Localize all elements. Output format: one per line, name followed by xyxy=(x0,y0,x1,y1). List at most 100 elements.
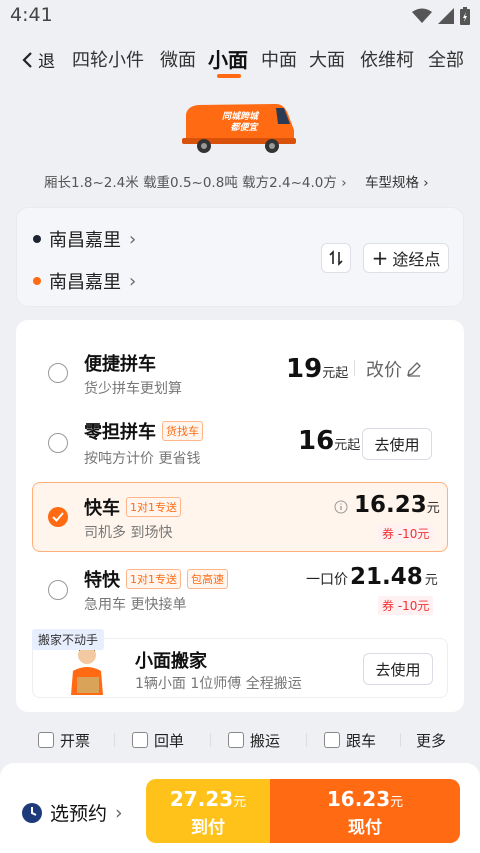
tab-weimian[interactable]: 微面 xyxy=(160,46,196,72)
option-subtitle: 司机多 到场快 xyxy=(84,525,173,541)
coupon-badge: 券 -10元 xyxy=(378,524,434,543)
pay-on-arrival-amount: 27.23元 xyxy=(169,787,247,811)
tab-all[interactable]: 全部 xyxy=(428,46,464,72)
extra-label: 开票 xyxy=(60,731,91,750)
plus-icon: + xyxy=(371,246,389,270)
option-subtitle: 急用车 更快接单 xyxy=(84,597,187,613)
option-less-than-truckload[interactable]: 零担拼车 货找车 按吨方计价 更省钱 16 元起 去使用 xyxy=(16,412,464,474)
spec-load: 载重0.5~0.8吨 xyxy=(143,175,238,191)
divider xyxy=(400,733,401,747)
destination-dot-icon xyxy=(33,277,41,285)
option-radio[interactable] xyxy=(48,363,68,383)
option-carpool[interactable]: 便捷拼车 货少拼车更划算 19 元起 改价 xyxy=(16,342,464,404)
info-icon[interactable] xyxy=(334,500,348,514)
route-from-label: 南昌嘉里 xyxy=(49,230,121,251)
tab-yiweike[interactable]: 依维柯 xyxy=(360,46,414,72)
add-waypoint-button[interactable]: + 途经点 xyxy=(363,243,449,273)
option-title: 零担拼车 货找车 xyxy=(84,418,203,444)
pay-now-button[interactable]: 16.23元 现付 xyxy=(270,779,460,843)
option-subtitle: 按吨方计价 更省钱 xyxy=(84,451,201,467)
extra-carry[interactable]: 搬运 xyxy=(228,730,280,751)
extra-label: 回单 xyxy=(154,731,185,750)
van-slogan-line1: 同城跨城 xyxy=(222,111,260,122)
route-to-label: 南昌嘉里 xyxy=(49,272,121,293)
option-tag: 1对1专送 xyxy=(126,497,181,517)
change-price-label: 改价 xyxy=(366,360,402,381)
checkbox[interactable] xyxy=(228,732,244,748)
more-extras-button[interactable]: 更多 xyxy=(416,730,446,751)
bottom-bar: 选预约 › 27.23元 到付 16.23元 现付 xyxy=(0,763,480,853)
specs-summary[interactable]: 厢长1.8~2.4米 载重0.5~0.8吨 载方2.4~4.0方 › xyxy=(44,171,347,191)
extra-receipt[interactable]: 回单 xyxy=(132,730,184,751)
extra-invoice[interactable]: 开票 xyxy=(38,730,90,751)
moving-title: 小面搬家 xyxy=(135,651,207,672)
spec-link-label: 车型规格 xyxy=(365,175,419,191)
option-price: 16.23 元 xyxy=(354,492,440,518)
route-from[interactable]: 南昌嘉里 › xyxy=(33,226,136,252)
option-super-express[interactable]: 特快 1对1专送 包高速 急用车 更快接单 一口价 21.48 元 券 -10元 xyxy=(16,558,464,620)
option-radio[interactable] xyxy=(48,433,68,453)
divider xyxy=(114,733,115,747)
tab-damian[interactable]: 大面 xyxy=(309,46,345,72)
pay-on-arrival-label: 到付 xyxy=(191,818,225,838)
van-illustration: 同城跨城 都便宜 xyxy=(182,104,296,153)
tab-siluen[interactable]: 四轮小件 xyxy=(72,46,144,72)
option-radio[interactable] xyxy=(48,580,68,600)
status-bar: 4:41 xyxy=(0,0,480,34)
back-button[interactable]: 退 xyxy=(22,47,55,72)
spec-link[interactable]: 车型规格 › xyxy=(365,171,429,191)
van-slogan-line2: 都便宜 xyxy=(230,122,259,133)
option-radio-checked[interactable] xyxy=(48,507,68,527)
divider xyxy=(354,360,355,376)
use-button[interactable]: 去使用 xyxy=(362,428,432,460)
pay-on-arrival-button[interactable]: 27.23元 到付 xyxy=(146,779,270,843)
chevron-right-icon: › xyxy=(129,270,137,292)
spec-volume: 载方2.4~4.0方 xyxy=(242,175,337,191)
pencil-icon xyxy=(407,362,421,377)
service-options-card: 便捷拼车 货少拼车更划算 19 元起 改价 零担拼车 货找车 按吨方计价 更省钱 … xyxy=(16,320,464,712)
chevron-right-icon: › xyxy=(129,228,137,250)
battery-icon xyxy=(460,7,470,25)
moving-use-button[interactable]: 去使用 xyxy=(363,653,433,685)
divider xyxy=(306,733,307,747)
mover-avatar xyxy=(71,645,103,695)
coupon-badge: 券 -10元 xyxy=(378,596,434,615)
swap-icon xyxy=(329,250,343,266)
chevron-right-icon: › xyxy=(341,175,347,191)
route-to[interactable]: 南昌嘉里 › xyxy=(33,268,136,294)
moving-subtitle: 1辆小面 1位师傅 全程搬运 xyxy=(135,676,302,692)
option-title: 特快 1对1专送 包高速 xyxy=(84,566,228,592)
option-tag: 1对1专送 xyxy=(126,569,181,589)
tab-xiaomian[interactable]: 小面 xyxy=(208,44,248,73)
chevron-right-icon: › xyxy=(423,175,429,191)
vehicle-tabs: 退 四轮小件 微面 小面 中面 大面 依维柯 全部 xyxy=(0,38,480,80)
spec-length: 厢长1.8~2.4米 xyxy=(44,175,139,191)
option-title: 快车 1对1专送 xyxy=(84,494,181,520)
schedule-button[interactable]: 选预约 › xyxy=(22,799,123,826)
divider xyxy=(210,733,211,747)
wifi-icon xyxy=(412,8,432,23)
option-price: 16 元起 xyxy=(298,426,361,456)
pay-now-label: 现付 xyxy=(348,818,382,838)
swap-route-button[interactable] xyxy=(321,243,351,273)
option-tag: 货找车 xyxy=(162,421,203,441)
price-prefix: 一口价 xyxy=(306,572,348,588)
change-price-button[interactable]: 改价 xyxy=(366,356,422,382)
option-title: 便捷拼车 xyxy=(84,354,156,375)
status-icons xyxy=(412,7,470,25)
check-icon xyxy=(52,512,64,522)
chevron-right-icon: › xyxy=(115,801,123,824)
option-price: 19 元起 xyxy=(286,354,349,384)
route-card: 南昌嘉里 › 南昌嘉里 › + 途经点 xyxy=(16,207,464,307)
checkbox[interactable] xyxy=(132,732,148,748)
checkbox[interactable] xyxy=(324,732,340,748)
waypoint-label: 途经点 xyxy=(392,250,441,269)
moving-badge: 搬家不动手 xyxy=(32,629,105,650)
chevron-left-icon xyxy=(22,51,32,68)
clock-icon xyxy=(22,802,42,823)
checkbox[interactable] xyxy=(38,732,54,748)
option-price: 一口价 21.48 元 xyxy=(306,564,438,590)
extra-follow[interactable]: 跟车 xyxy=(324,730,376,751)
tab-zhongmian[interactable]: 中面 xyxy=(261,46,297,72)
option-express[interactable]: 快车 1对1专送 司机多 到场快 16.23 元 券 -10元 xyxy=(16,486,464,548)
